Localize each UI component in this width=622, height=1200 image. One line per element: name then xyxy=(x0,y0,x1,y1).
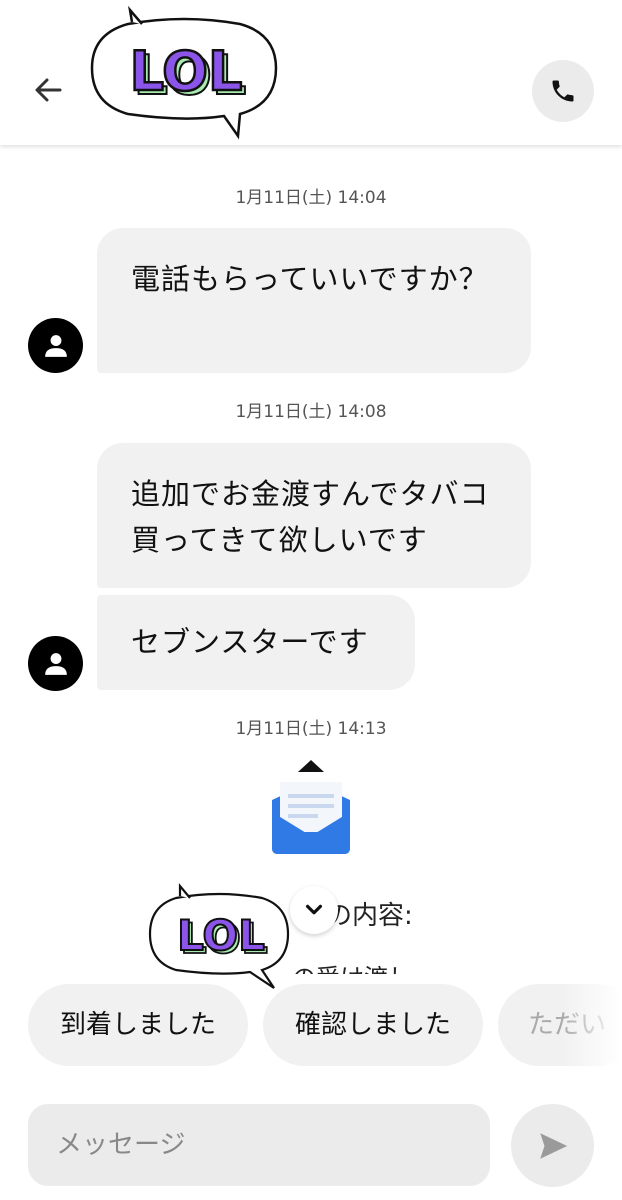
lol-sticker: LOL LOL xyxy=(88,5,280,140)
expand-button[interactable] xyxy=(290,886,338,934)
avatar xyxy=(28,636,83,691)
message-timestamp: 1月11日(土) 14:08 xyxy=(235,402,387,422)
envelope-icon xyxy=(268,760,354,856)
quick-reply-chip[interactable]: 到着しました xyxy=(28,984,248,1066)
avatar xyxy=(28,318,83,373)
send-icon xyxy=(539,1132,567,1159)
call-button[interactable] xyxy=(532,60,594,122)
quick-replies: 到着しました 確認しました ただい xyxy=(0,984,622,1066)
chat-header: LOL LOL xyxy=(0,0,622,145)
person-icon xyxy=(44,652,67,675)
phone-icon xyxy=(552,80,574,102)
lol-sticker: LOL LOL xyxy=(146,882,292,992)
message-timestamp: 1月11日(土) 14:04 xyxy=(235,188,387,208)
sticker-text: LOL xyxy=(130,40,243,103)
incoming-message-bubble: 電話もらっていいですか？ xyxy=(97,228,531,373)
message-card-text: の受け渡し xyxy=(292,958,412,974)
message-timestamp: 1月11日(土) 14:13 xyxy=(235,719,387,739)
incoming-message-bubble: 追加でお金渡すんでタバコ買ってきて欲しいです xyxy=(97,443,531,588)
back-button[interactable] xyxy=(28,70,68,110)
send-button[interactable] xyxy=(511,1104,594,1187)
chevron-down-icon xyxy=(305,904,323,915)
person-icon xyxy=(44,334,67,357)
sticker-text: LOL xyxy=(177,911,265,960)
scroll-fade xyxy=(562,984,622,1066)
quick-reply-chip[interactable]: 確認しました xyxy=(263,984,483,1066)
message-input[interactable]: メッセージ xyxy=(28,1104,490,1186)
incoming-message-bubble: セブンスターです xyxy=(97,595,415,690)
arrow-left-icon xyxy=(35,78,62,102)
